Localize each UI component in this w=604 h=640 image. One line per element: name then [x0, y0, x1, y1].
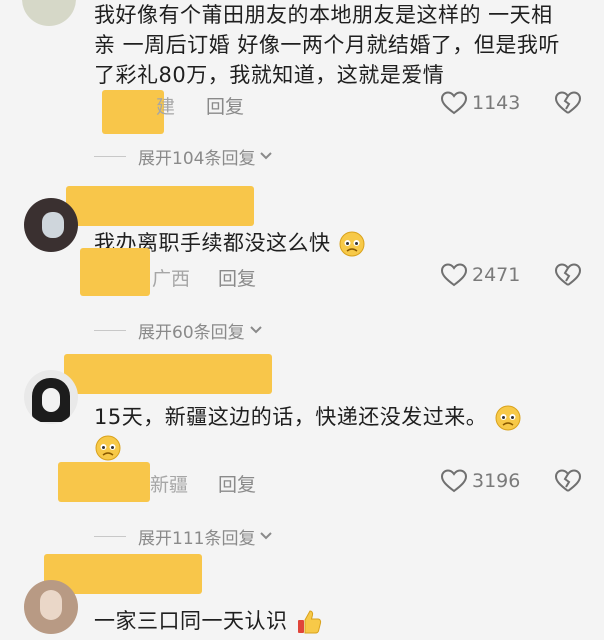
redaction-mask	[102, 90, 164, 134]
heart-icon	[440, 263, 468, 287]
divider-line	[94, 155, 126, 157]
expand-replies[interactable]: 展开60条回复	[94, 316, 264, 344]
reply-button[interactable]: 回复	[206, 92, 244, 119]
expand-label: 展开60条回复	[138, 322, 245, 343]
avatar[interactable]	[22, 0, 76, 26]
worried-emoji	[339, 231, 365, 257]
like-button[interactable]: 2471	[440, 262, 520, 288]
avatar[interactable]	[24, 198, 78, 252]
like-button[interactable]: 3196	[440, 468, 520, 494]
comment-text: 我办离职手续都没这么快	[94, 228, 574, 258]
broken-heart-icon	[554, 263, 582, 286]
comment-1: 我好像有个莆田朋友的本地朋友是这样的 一天相亲 一周后订婚 好像一两个月就结婚了…	[0, 0, 604, 170]
divider-line	[94, 535, 126, 537]
dislike-button[interactable]	[554, 468, 582, 499]
like-count: 3196	[472, 470, 521, 492]
location-label: 新疆	[150, 474, 189, 496]
broken-heart-icon	[554, 469, 582, 492]
avatar[interactable]	[24, 370, 78, 424]
dislike-button[interactable]	[554, 90, 582, 121]
comment-body: 15天，新疆这边的话，快递还没发过来。	[94, 405, 488, 429]
divider-line	[94, 329, 126, 331]
broken-heart-icon	[554, 91, 582, 114]
location-label: 广西	[152, 268, 191, 290]
like-count: 1143	[472, 92, 521, 114]
location-label: 建	[156, 96, 176, 118]
chevron-down-icon	[260, 152, 273, 160]
comment-meta: 新疆 回复 3196	[58, 462, 584, 502]
reply-button[interactable]: 回复	[218, 470, 256, 497]
heart-icon	[440, 469, 468, 493]
comment-text: 15天，新疆这边的话，快递还没发过来。	[94, 402, 574, 462]
like-count: 2471	[472, 264, 521, 286]
avatar-face	[40, 590, 62, 620]
expand-replies[interactable]: 展开111条回复	[94, 522, 274, 550]
chevron-down-icon	[260, 532, 273, 540]
redaction-mask	[58, 462, 150, 502]
dislike-button[interactable]	[554, 262, 582, 293]
comment-3: 15天，新疆这边的话，快递还没发过来。 新疆 回复 3196 展开111条回复	[0, 350, 604, 550]
thumbs-up-emoji	[297, 610, 321, 634]
avatar[interactable]	[24, 580, 78, 634]
avatar-face	[42, 388, 60, 412]
redaction-mask	[64, 354, 272, 394]
expand-label: 展开104条回复	[138, 148, 256, 169]
comment-2: 我办离职手续都没这么快 广西 回复 2471 展开60条回复	[0, 178, 604, 348]
avatar-figure	[42, 212, 64, 238]
worried-emoji	[95, 435, 121, 461]
redaction-mask	[66, 186, 254, 226]
expand-replies[interactable]: 展开104条回复	[94, 142, 274, 170]
expand-label: 展开111条回复	[138, 528, 256, 549]
comment-text: 我好像有个莆田朋友的本地朋友是这样的 一天相亲 一周后订婚 好像一两个月就结婚了…	[94, 3, 560, 87]
heart-icon	[440, 91, 468, 115]
worried-emoji	[495, 405, 521, 431]
reply-button[interactable]: 回复	[218, 264, 256, 291]
like-button[interactable]: 1143	[440, 90, 520, 116]
redaction-mask	[80, 248, 150, 296]
comment-text: 一家三口同一天认识	[94, 606, 574, 636]
comment-meta: 广西 回复 2471	[80, 248, 584, 296]
comment-meta: 建 回复 1143	[94, 88, 584, 134]
chevron-down-icon	[249, 326, 262, 334]
comment-body: 一家三口同一天认识	[94, 609, 288, 633]
comment-4: 一家三口同一天认识	[0, 550, 604, 640]
